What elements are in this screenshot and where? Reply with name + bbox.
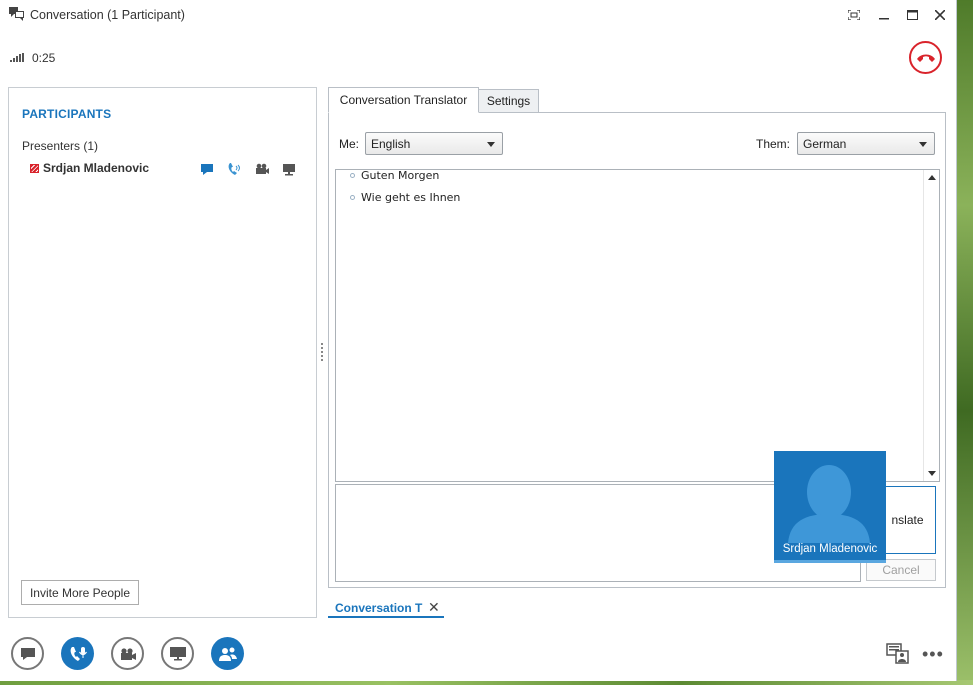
me-language-label: Me: bbox=[339, 137, 360, 151]
message-item: Wie geht es Ihnen bbox=[350, 191, 460, 204]
chat-bubble-icon bbox=[20, 647, 35, 660]
screen-share-icon[interactable] bbox=[281, 162, 297, 176]
im-button[interactable] bbox=[11, 637, 44, 670]
people-icon bbox=[218, 647, 237, 661]
them-language-value: German bbox=[803, 136, 847, 151]
conversation-app-icon bbox=[9, 7, 24, 21]
hang-up-icon bbox=[916, 54, 935, 62]
close-tab-icon[interactable]: ✕ bbox=[428, 599, 440, 616]
more-options-icon[interactable]: ••• bbox=[922, 644, 944, 665]
conversation-window: Conversation (1 Participant) 0:25 PARTIC… bbox=[0, 0, 957, 681]
video-tile-accent-bar bbox=[774, 560, 886, 563]
presence-busy-icon bbox=[30, 164, 39, 173]
them-language-label: Them: bbox=[756, 137, 791, 151]
video-camera-icon bbox=[120, 647, 136, 660]
mute-microphone-button[interactable] bbox=[61, 637, 94, 670]
video-button[interactable] bbox=[111, 637, 144, 670]
conversation-tab-label: Conversation T bbox=[335, 601, 423, 615]
desktop-background bbox=[957, 0, 973, 685]
maximize-button[interactable] bbox=[903, 6, 921, 24]
conversation-tab[interactable]: Conversation T ✕ bbox=[328, 598, 444, 618]
invite-more-people-button[interactable]: Invite More People bbox=[21, 580, 139, 605]
minimize-button[interactable] bbox=[875, 6, 893, 24]
scroll-down-arrow-icon[interactable] bbox=[928, 471, 936, 476]
bullet-icon bbox=[350, 194, 355, 200]
tab-conversation-translator[interactable]: Conversation Translator bbox=[328, 87, 479, 113]
message-text: Guten Morgen bbox=[361, 169, 440, 182]
bullet-icon bbox=[350, 172, 355, 178]
video-icon[interactable] bbox=[254, 162, 270, 176]
full-screen-button[interactable] bbox=[845, 6, 863, 24]
monitor-icon bbox=[169, 647, 186, 661]
participant-row[interactable]: Srdjan Mladenovic bbox=[9, 158, 316, 180]
minimize-icon bbox=[879, 18, 889, 20]
call-timer: 0:25 bbox=[32, 51, 56, 65]
them-language-select[interactable]: German bbox=[797, 132, 935, 155]
call-quality-icon bbox=[10, 53, 24, 62]
conversation-history[interactable]: Guten Morgen Wie geht es Ihnen bbox=[335, 169, 940, 482]
me-language-value: English bbox=[371, 136, 411, 151]
hang-up-button[interactable] bbox=[909, 41, 942, 74]
panel-splitter-handle[interactable] bbox=[320, 341, 324, 365]
participants-panel: PARTICIPANTS Presenters (1) Srdjan Mlade… bbox=[8, 87, 317, 618]
chevron-down-icon bbox=[487, 142, 495, 147]
maximize-icon bbox=[906, 10, 918, 20]
window-title: Conversation (1 Participant) bbox=[30, 8, 185, 22]
history-scrollbar[interactable] bbox=[923, 170, 939, 481]
scroll-up-arrow-icon[interactable] bbox=[928, 175, 936, 180]
message-text: Wie geht es Ihnen bbox=[361, 191, 461, 204]
chevron-down-icon bbox=[919, 142, 927, 147]
message-item: Guten Morgen bbox=[350, 169, 440, 182]
audio-call-icon[interactable] bbox=[226, 162, 242, 176]
close-icon bbox=[935, 10, 945, 20]
phone-microphone-icon bbox=[70, 646, 87, 661]
title-bar: Conversation (1 Participant) bbox=[0, 0, 957, 30]
contact-card-icon[interactable] bbox=[886, 642, 910, 664]
tab-settings[interactable]: Settings bbox=[478, 89, 539, 113]
presenters-group-label[interactable]: Presenters (1) bbox=[22, 139, 98, 153]
me-language-select[interactable]: English bbox=[365, 132, 503, 155]
full-screen-icon bbox=[848, 10, 860, 20]
present-button[interactable] bbox=[161, 637, 194, 670]
participants-heading: PARTICIPANTS bbox=[22, 107, 112, 121]
close-button[interactable] bbox=[931, 6, 949, 24]
participant-video-tile[interactable]: Srdjan Mladenovic bbox=[774, 451, 886, 563]
im-icon[interactable] bbox=[199, 162, 215, 176]
participants-button[interactable] bbox=[211, 637, 244, 670]
participant-name: Srdjan Mladenovic bbox=[43, 161, 150, 175]
video-tile-name: Srdjan Mladenovic bbox=[782, 543, 878, 555]
